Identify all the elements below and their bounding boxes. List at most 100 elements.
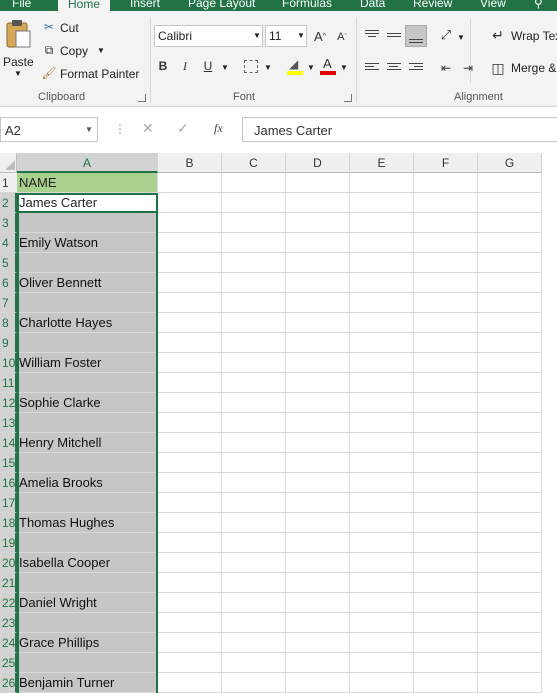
cell-b21[interactable] bbox=[158, 573, 222, 593]
cell-d5[interactable] bbox=[286, 253, 350, 273]
row-header[interactable]: 5 bbox=[0, 253, 17, 273]
increase-indent-icon[interactable]: ⇥ bbox=[460, 60, 476, 76]
cell-g14[interactable] bbox=[478, 433, 542, 453]
cell-a8[interactable]: Charlotte Hayes bbox=[17, 313, 158, 333]
cell-g2[interactable] bbox=[478, 193, 542, 213]
cell-g22[interactable] bbox=[478, 593, 542, 613]
cell-g10[interactable] bbox=[478, 353, 542, 373]
font-name-select[interactable]: Calibri ▼ bbox=[154, 25, 263, 47]
cell-a21[interactable] bbox=[17, 573, 158, 593]
cell-e14[interactable] bbox=[350, 433, 414, 453]
cell-c16[interactable] bbox=[222, 473, 286, 493]
cell-c12[interactable] bbox=[222, 393, 286, 413]
cell-a24[interactable]: Grace Phillips bbox=[17, 633, 158, 653]
cell-a5[interactable] bbox=[17, 253, 158, 273]
row-header[interactable]: 11 bbox=[0, 373, 17, 393]
column-header-a[interactable]: A bbox=[17, 153, 158, 173]
cell-c23[interactable] bbox=[222, 613, 286, 633]
cell-a16[interactable]: Amelia Brooks bbox=[17, 473, 158, 493]
cell-a26[interactable]: Benjamin Turner bbox=[17, 673, 158, 693]
cell-f2[interactable] bbox=[414, 193, 478, 213]
cell-e13[interactable] bbox=[350, 413, 414, 433]
cell-d18[interactable] bbox=[286, 513, 350, 533]
cell-e4[interactable] bbox=[350, 233, 414, 253]
cell-g23[interactable] bbox=[478, 613, 542, 633]
borders-icon[interactable] bbox=[244, 60, 258, 73]
cell-c25[interactable] bbox=[222, 653, 286, 673]
cell-d17[interactable] bbox=[286, 493, 350, 513]
cell-a11[interactable] bbox=[17, 373, 158, 393]
row-header[interactable]: 18 bbox=[0, 513, 17, 533]
cell-f10[interactable] bbox=[414, 353, 478, 373]
fill-color-icon[interactable]: ◢ bbox=[287, 57, 303, 75]
cell-a10[interactable]: William Foster bbox=[17, 353, 158, 373]
copy-button[interactable]: Copy bbox=[60, 44, 88, 58]
cell-g1[interactable] bbox=[478, 173, 542, 193]
tab-view[interactable]: View bbox=[480, 0, 506, 10]
cell-f19[interactable] bbox=[414, 533, 478, 553]
cell-b18[interactable] bbox=[158, 513, 222, 533]
cell-a2[interactable]: James Carter bbox=[17, 193, 158, 213]
cell-b25[interactable] bbox=[158, 653, 222, 673]
cell-b23[interactable] bbox=[158, 613, 222, 633]
cell-c19[interactable] bbox=[222, 533, 286, 553]
tab-formulas[interactable]: Formulas bbox=[282, 0, 332, 10]
cell-e15[interactable] bbox=[350, 453, 414, 473]
tell-me-icon[interactable]: ⚲ bbox=[534, 0, 543, 10]
cell-a22[interactable]: Daniel Wright bbox=[17, 593, 158, 613]
cell-g12[interactable] bbox=[478, 393, 542, 413]
cell-c15[interactable] bbox=[222, 453, 286, 473]
cell-d25[interactable] bbox=[286, 653, 350, 673]
column-header-c[interactable]: C bbox=[222, 153, 286, 173]
cell-f3[interactable] bbox=[414, 213, 478, 233]
cell-f11[interactable] bbox=[414, 373, 478, 393]
tab-home[interactable]: Home bbox=[58, 0, 111, 11]
cell-f23[interactable] bbox=[414, 613, 478, 633]
cell-e19[interactable] bbox=[350, 533, 414, 553]
row-header[interactable]: 4 bbox=[0, 233, 17, 253]
cell-d23[interactable] bbox=[286, 613, 350, 633]
cell-f26[interactable] bbox=[414, 673, 478, 693]
decrease-font-size-icon[interactable]: Aˇ bbox=[334, 29, 350, 45]
cell-e17[interactable] bbox=[350, 493, 414, 513]
cell-e20[interactable] bbox=[350, 553, 414, 573]
align-left-icon[interactable] bbox=[365, 61, 379, 72]
cell-c5[interactable] bbox=[222, 253, 286, 273]
row-header[interactable]: 24 bbox=[0, 633, 17, 653]
column-header-b[interactable]: B bbox=[158, 153, 222, 173]
cell-e22[interactable] bbox=[350, 593, 414, 613]
cell-d12[interactable] bbox=[286, 393, 350, 413]
cell-a13[interactable] bbox=[17, 413, 158, 433]
cell-f14[interactable] bbox=[414, 433, 478, 453]
cell-b7[interactable] bbox=[158, 293, 222, 313]
cell-b22[interactable] bbox=[158, 593, 222, 613]
cell-a23[interactable] bbox=[17, 613, 158, 633]
cell-e6[interactable] bbox=[350, 273, 414, 293]
cell-c24[interactable] bbox=[222, 633, 286, 653]
row-header[interactable]: 13 bbox=[0, 413, 17, 433]
column-header-g[interactable]: G bbox=[478, 153, 542, 173]
select-all-corner[interactable] bbox=[0, 153, 17, 173]
row-header[interactable]: 20 bbox=[0, 553, 17, 573]
font-size-select[interactable]: 11 ▼ bbox=[265, 25, 307, 47]
cell-c6[interactable] bbox=[222, 273, 286, 293]
underline-button[interactable]: U bbox=[201, 57, 215, 75]
cell-b15[interactable] bbox=[158, 453, 222, 473]
cell-d9[interactable] bbox=[286, 333, 350, 353]
row-header[interactable]: 26 bbox=[0, 673, 17, 693]
cell-d19[interactable] bbox=[286, 533, 350, 553]
cell-b4[interactable] bbox=[158, 233, 222, 253]
cell-b6[interactable] bbox=[158, 273, 222, 293]
cell-f9[interactable] bbox=[414, 333, 478, 353]
cell-a6[interactable]: Oliver Bennett bbox=[17, 273, 158, 293]
cell-c14[interactable] bbox=[222, 433, 286, 453]
cell-a3[interactable] bbox=[17, 213, 158, 233]
cell-d21[interactable] bbox=[286, 573, 350, 593]
cell-b19[interactable] bbox=[158, 533, 222, 553]
cell-c17[interactable] bbox=[222, 493, 286, 513]
row-header[interactable]: 15 bbox=[0, 453, 17, 473]
increase-font-size-icon[interactable]: A ^ bbox=[312, 28, 328, 44]
cell-d6[interactable] bbox=[286, 273, 350, 293]
cell-e8[interactable] bbox=[350, 313, 414, 333]
cell-d24[interactable] bbox=[286, 633, 350, 653]
